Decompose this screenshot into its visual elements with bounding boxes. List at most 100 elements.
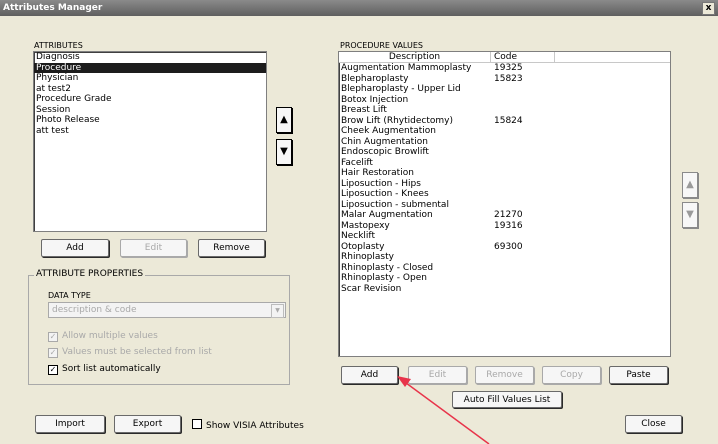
cell-code: 19325: [494, 63, 523, 73]
annotation-arrow-shaft: [401, 379, 490, 444]
title-bar: Attributes Manager x: [0, 0, 718, 16]
cell-description: Scar Revision: [341, 283, 402, 294]
cell-description: Botox Injection: [341, 94, 409, 105]
attribute-move-up-button[interactable]: ▲: [276, 107, 292, 133]
table-row[interactable]: Breast Lift: [339, 105, 670, 116]
cell-description: Liposuction - Hips: [341, 178, 421, 189]
attributes-list[interactable]: Diagnosis Procedure Physician at test2 Proce…: [33, 51, 267, 232]
cell-description: Breast Lift: [341, 105, 387, 115]
must-select-label: Values must be selected from list: [62, 347, 212, 357]
list-item[interactable]: Diagnosis: [34, 52, 266, 63]
cell-description: Otoplasty: [341, 241, 385, 252]
value-edit-button[interactable]: Edit: [408, 366, 467, 384]
attribute-edit-button[interactable]: Edit: [120, 239, 187, 257]
attributes-label: ATTRIBUTES: [34, 41, 83, 50]
sort-automatically-checkbox[interactable]: ✓ Sort list automatically: [48, 364, 161, 375]
must-select-checkbox[interactable]: ✓ Values must be selected from list: [48, 347, 212, 358]
cell-description: Facelift: [341, 157, 373, 168]
auto-fill-values-button[interactable]: Auto Fill Values List: [452, 391, 562, 408]
close-window-icon[interactable]: x: [702, 2, 715, 15]
cell-description: Cheek Augmentation: [341, 126, 437, 136]
list-item[interactable]: Procedure: [34, 62, 266, 73]
cell-description: Mastopexy: [341, 220, 390, 231]
table-row[interactable]: Cheek Augmentation: [339, 126, 670, 137]
checkbox-checked-icon: ✓: [48, 365, 58, 375]
table-row[interactable]: Liposuction - submental: [339, 200, 670, 211]
export-button[interactable]: Export: [114, 415, 181, 433]
column-header-description[interactable]: Description: [339, 52, 491, 62]
table-row[interactable]: Necklift: [339, 231, 670, 242]
table-row[interactable]: Blepharoplasty 15823: [339, 74, 670, 85]
list-item[interactable]: Procedure Grade: [34, 94, 266, 105]
attribute-add-button[interactable]: Add: [41, 239, 109, 257]
list-item[interactable]: Photo Release: [34, 115, 266, 126]
value-copy-button[interactable]: Copy: [542, 366, 601, 384]
list-item[interactable]: Physician: [34, 73, 266, 84]
allow-multiple-checkbox[interactable]: ✓ Allow multiple values: [48, 331, 158, 342]
cell-description: Liposuction - Knees: [341, 189, 429, 199]
window-title: Attributes Manager: [3, 3, 103, 13]
value-paste-button[interactable]: Paste: [609, 366, 668, 384]
table-row[interactable]: Chin Augmentation: [339, 137, 670, 148]
cell-code: 15824: [494, 115, 523, 126]
show-visia-label: Show VISIA Attributes: [206, 421, 304, 431]
attribute-properties-legend: ATTRIBUTE PROPERTIES: [34, 269, 146, 279]
cell-description: Endoscopic Browlift: [341, 147, 429, 157]
sort-automatically-label: Sort list automatically: [62, 364, 161, 374]
procedure-values-table[interactable]: Description Code Augmentation Mammoplast…: [338, 51, 671, 357]
table-row[interactable]: Otoplasty 69300: [339, 242, 670, 253]
data-type-label: DATA TYPE: [48, 291, 91, 300]
value-remove-button[interactable]: Remove: [475, 366, 534, 384]
cell-code: 15823: [494, 73, 523, 84]
show-visia-checkbox[interactable]: Show VISIA Attributes: [192, 419, 304, 431]
table-row[interactable]: Rhinoplasty - Closed: [339, 263, 670, 274]
cell-code: 69300: [494, 241, 523, 252]
data-type-value: description & code: [52, 305, 137, 315]
checkbox-unchecked-icon: [192, 419, 202, 429]
list-item[interactable]: att test: [34, 126, 266, 137]
value-move-down-button[interactable]: ▼: [682, 202, 698, 228]
cell-description: Chin Augmentation: [341, 136, 428, 147]
table-row[interactable]: Mastopexy 19316: [339, 221, 670, 232]
table-header: Description Code: [339, 52, 670, 63]
value-move-up-button[interactable]: ▲: [682, 172, 698, 198]
cell-description: Blepharoplasty - Upper Lid: [341, 84, 461, 94]
allow-multiple-label: Allow multiple values: [62, 331, 158, 341]
checkbox-checked-icon: ✓: [48, 332, 58, 342]
table-row[interactable]: Malar Augmentation 21270: [339, 210, 670, 221]
triangle-down-icon: ▼: [280, 146, 288, 157]
procedure-values-label: PROCEDURE VALUES: [340, 41, 423, 50]
triangle-up-icon: ▲: [280, 114, 288, 125]
table-row[interactable]: Botox Injection: [339, 95, 670, 106]
table-row[interactable]: Blepharoplasty - Upper Lid: [339, 84, 670, 95]
value-add-button[interactable]: Add: [341, 366, 398, 384]
cell-code: 19316: [494, 220, 523, 231]
cell-description: Rhinoplasty: [341, 252, 394, 262]
list-item[interactable]: Session: [34, 105, 266, 116]
cell-description: Augmentation Mammoplasty: [341, 63, 472, 73]
import-button[interactable]: Import: [35, 415, 105, 433]
table-row[interactable]: Rhinoplasty - Open: [339, 273, 670, 284]
table-row[interactable]: Endoscopic Browlift: [339, 147, 670, 158]
attribute-move-down-button[interactable]: ▼: [276, 139, 292, 165]
column-header-code[interactable]: Code: [491, 52, 555, 62]
triangle-down-icon: ▼: [686, 209, 694, 220]
attribute-remove-button[interactable]: Remove: [198, 239, 265, 257]
table-row[interactable]: Facelift: [339, 158, 670, 169]
cell-description: Rhinoplasty - Closed: [341, 262, 434, 273]
triangle-up-icon: ▲: [686, 179, 694, 190]
close-button[interactable]: Close: [625, 415, 682, 433]
cell-code: 21270: [494, 210, 523, 220]
cell-description: Brow Lift (Rhytidectomy): [341, 115, 453, 126]
table-row[interactable]: Liposuction - Knees: [339, 189, 670, 200]
table-row[interactable]: Augmentation Mammoplasty 19325: [339, 63, 670, 74]
table-row[interactable]: Scar Revision: [339, 284, 670, 295]
table-row[interactable]: Hair Restoration: [339, 168, 670, 179]
cell-description: Rhinoplasty - Open: [341, 273, 427, 283]
list-item[interactable]: at test2: [34, 84, 266, 95]
table-row[interactable]: Rhinoplasty: [339, 252, 670, 263]
table-row[interactable]: Brow Lift (Rhytidectomy) 15824: [339, 116, 670, 127]
data-type-select[interactable]: description & code ▼: [48, 302, 286, 318]
table-row[interactable]: Liposuction - Hips: [339, 179, 670, 190]
chevron-down-icon: ▼: [271, 304, 284, 318]
